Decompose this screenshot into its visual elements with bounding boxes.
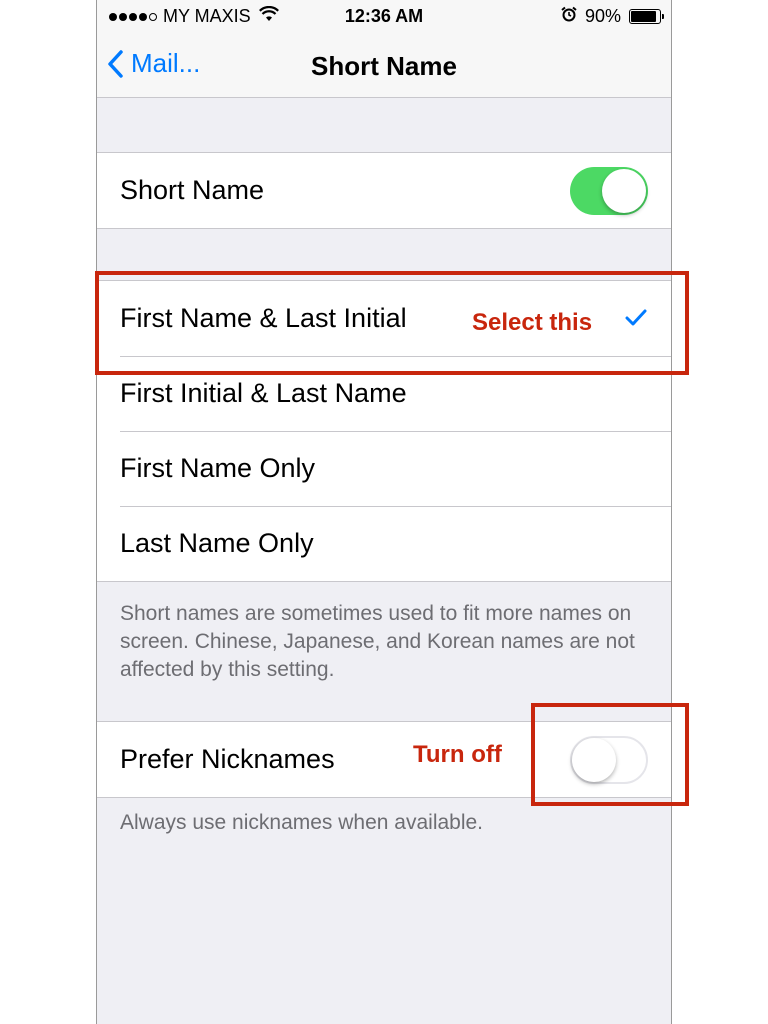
- option-last-name-only[interactable]: Last Name Only: [97, 506, 671, 581]
- option-label: First Name Only: [120, 453, 316, 483]
- name-format-footer: Short names are sometimes used to fit mo…: [120, 602, 635, 681]
- toggle-knob: [602, 168, 646, 213]
- turnoff-annotation-box: [531, 703, 689, 806]
- alarm-icon: [561, 6, 577, 27]
- short-name-group: Short Name: [97, 152, 671, 229]
- short-name-label: Short Name: [120, 175, 265, 205]
- prefer-nicknames-label: Prefer Nicknames: [120, 744, 335, 774]
- phone-screen: MY MAXIS 12:36 AM 90% Mail... Short Name…: [96, 0, 672, 1024]
- select-annotation-box: [95, 271, 689, 375]
- option-label: Last Name Only: [120, 528, 314, 558]
- short-name-row: Short Name: [97, 153, 671, 228]
- battery-percent: 90%: [584, 6, 621, 26]
- short-name-toggle[interactable]: [570, 166, 648, 215]
- navigation-bar: Mail... Short Name: [97, 34, 671, 98]
- status-right: 90%: [561, 6, 664, 27]
- status-bar: MY MAXIS 12:36 AM 90%: [97, 0, 671, 34]
- battery-icon: [629, 9, 664, 24]
- option-first-name-only[interactable]: First Name Only: [97, 431, 671, 506]
- option-label: First Initial & Last Name: [120, 378, 407, 408]
- turnoff-annotation-label: Turn off: [413, 741, 502, 768]
- page-title: Short Name: [311, 51, 457, 81]
- nicknames-footer: Always use nicknames when available.: [120, 811, 484, 834]
- select-annotation-label: Select this: [472, 309, 593, 336]
- battery-fill: [631, 11, 656, 22]
